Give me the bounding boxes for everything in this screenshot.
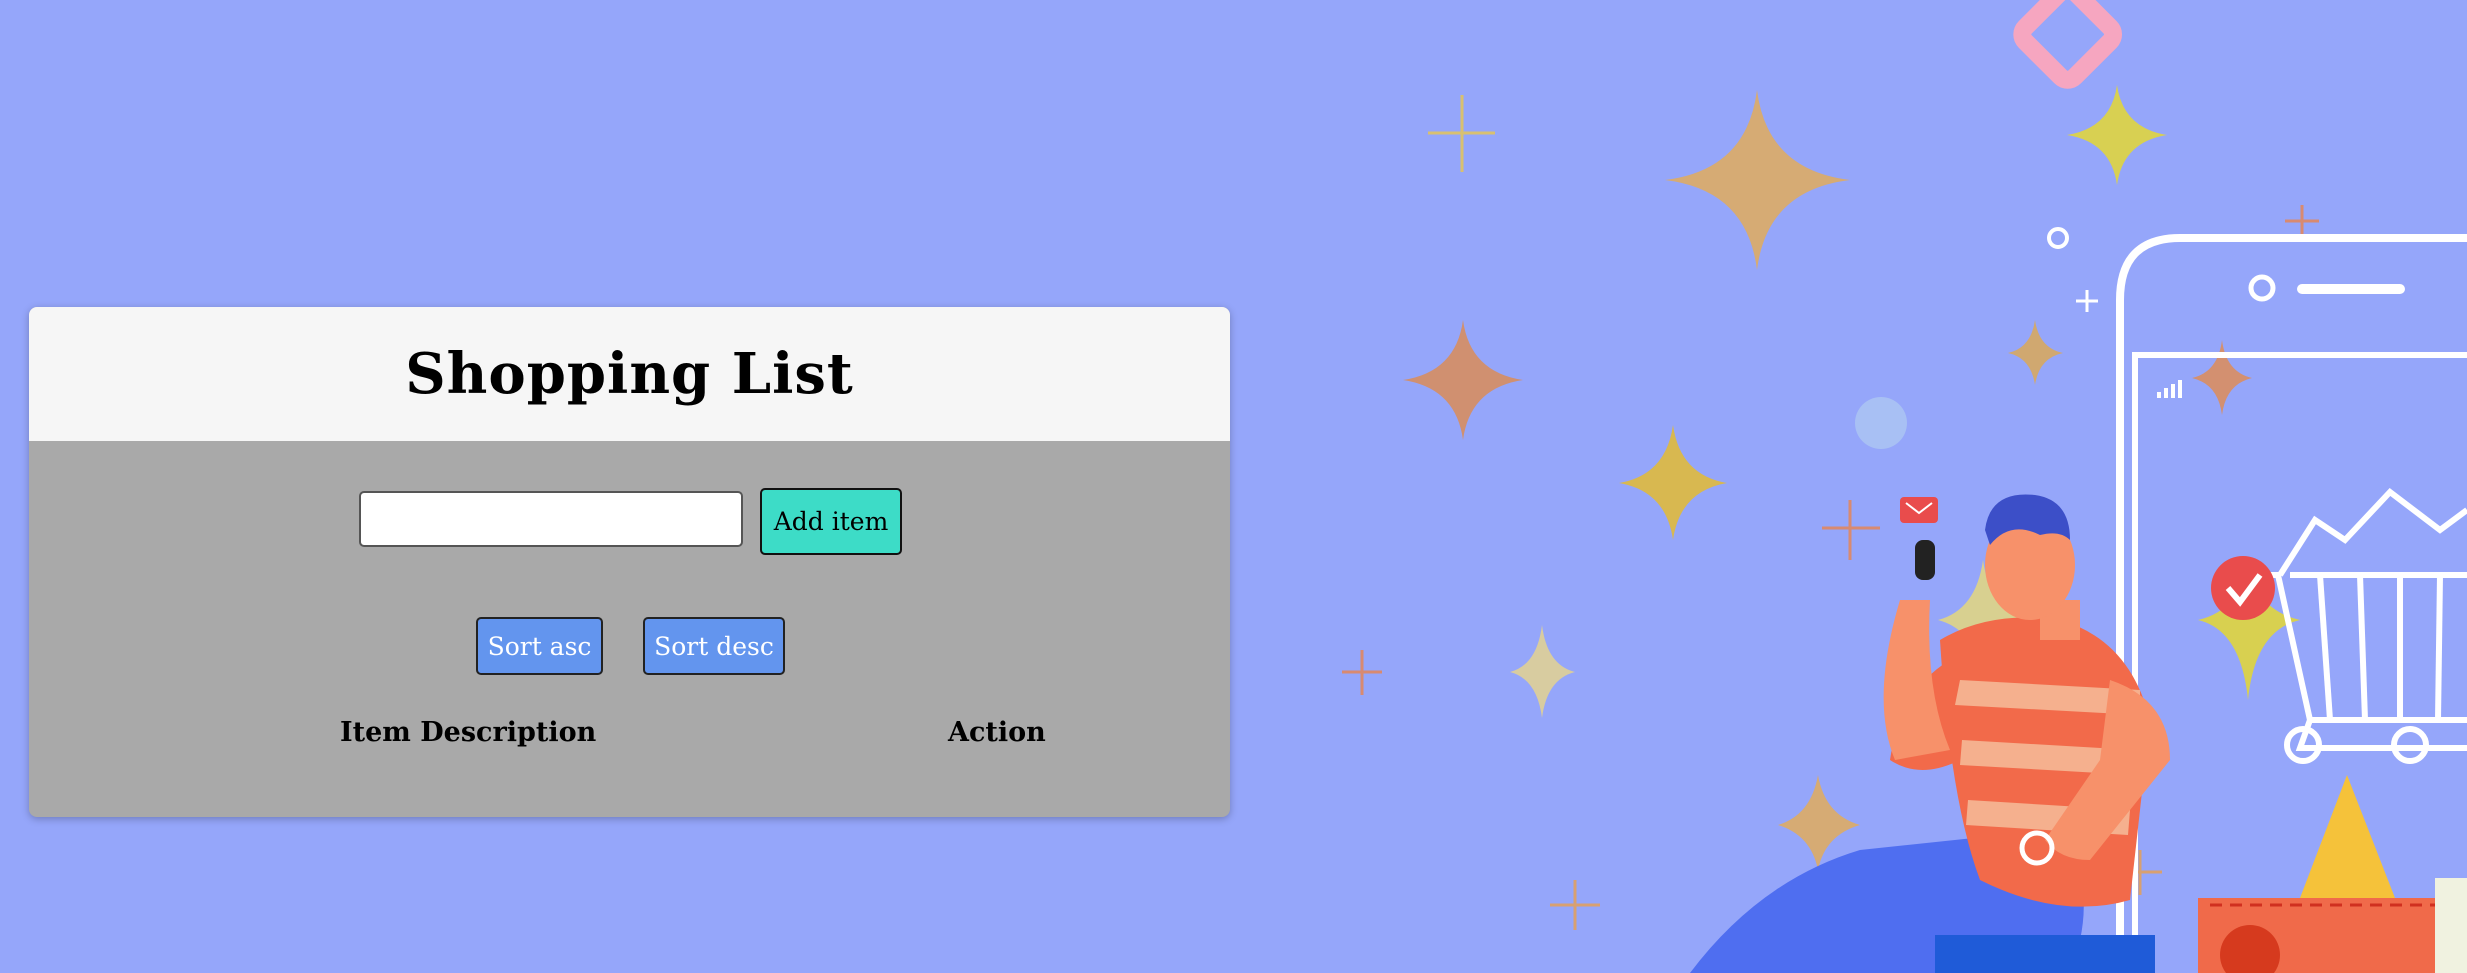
phone-screen <box>2132 352 2467 973</box>
cone-shape <box>2300 775 2395 898</box>
page-title: Shopping List <box>405 341 854 407</box>
sparkle-icon <box>2192 340 2252 415</box>
sparkle-icon <box>1510 625 1575 718</box>
circle-shape <box>2047 227 2069 249</box>
cross-icon <box>1822 500 1880 560</box>
add-item-button[interactable]: Add item <box>760 488 902 555</box>
card-header: Shopping List <box>29 307 1230 441</box>
signal-icon <box>2157 380 2182 398</box>
box-shape <box>1935 935 2155 973</box>
cross-icon <box>1342 650 1382 695</box>
circle-shape <box>1855 397 1907 449</box>
sparkle-icon <box>1403 320 1523 440</box>
box-shape <box>2435 878 2467 973</box>
phone-outline <box>2116 234 2467 973</box>
card-body: Add item Sort asc Sort desc Item Descrip… <box>29 441 1230 817</box>
shopping-list-card: Shopping List Add item Sort asc Sort des… <box>29 307 1230 817</box>
sparkle-icon <box>1665 90 1850 270</box>
diamond-shape <box>2013 0 2123 89</box>
item-input[interactable] <box>359 491 743 547</box>
cross-icon <box>1550 880 1600 930</box>
sparkle-icon <box>2067 85 2167 185</box>
column-header-item-description: Item Description <box>340 717 597 748</box>
message-icon <box>1900 497 1938 523</box>
check-badge <box>2211 556 2275 620</box>
person-illustration <box>1690 494 2170 973</box>
cross-icon <box>2076 290 2098 312</box>
sparkle-icon <box>2008 320 2063 385</box>
cross-icon <box>2285 205 2319 238</box>
column-header-action: Action <box>948 717 1046 748</box>
sparkle-icon <box>1619 425 1727 540</box>
shopping-illustration <box>1342 0 2467 973</box>
sort-asc-button[interactable]: Sort asc <box>476 617 603 675</box>
page: Shopping List Add item Sort asc Sort des… <box>0 0 2467 973</box>
camera-icon <box>2248 274 2276 302</box>
cross-icon <box>1428 95 1495 172</box>
sort-desc-button[interactable]: Sort desc <box>643 617 785 675</box>
